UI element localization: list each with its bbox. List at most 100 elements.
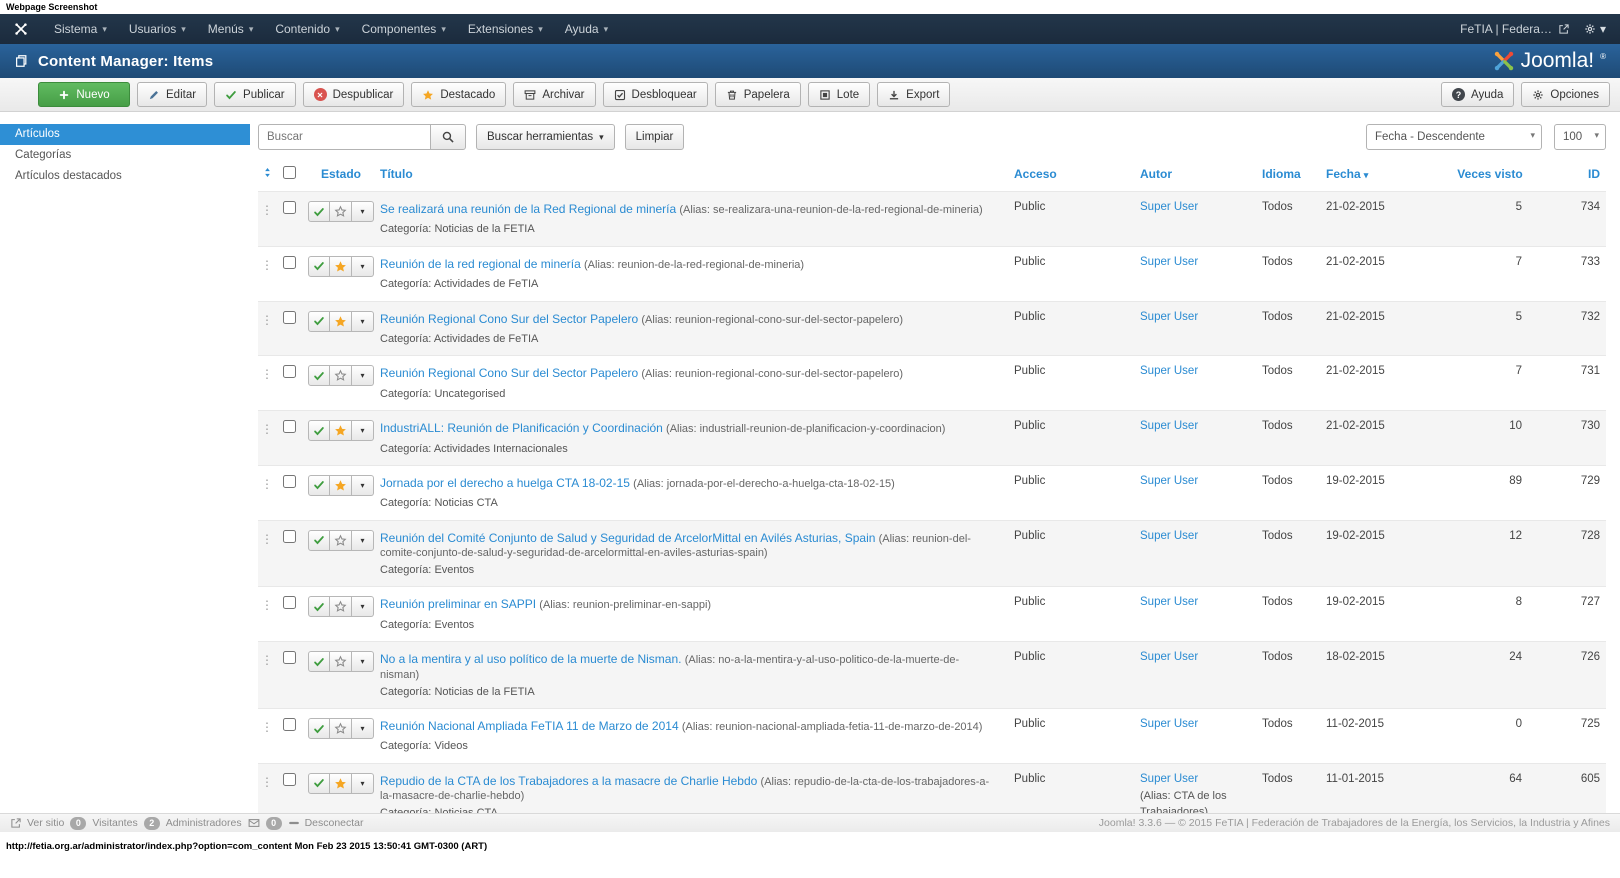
publish-toggle[interactable] [308,772,330,794]
menu-usuarios[interactable]: Usuarios ▾ [118,14,197,44]
author-link[interactable]: Super User [1140,718,1198,730]
header-id[interactable]: ID [1550,167,1606,181]
menu-componentes[interactable]: Componentes ▾ [351,14,457,44]
row-checkbox[interactable] [282,772,296,786]
ordering-sort-header[interactable] [258,167,276,181]
drag-handle[interactable]: ⋮ [258,596,276,612]
author-link[interactable]: Super User [1140,596,1198,608]
header-titulo[interactable]: Título [380,167,1012,181]
header-acceso[interactable]: Acceso [1012,167,1140,181]
publish-toggle[interactable] [308,310,330,332]
row-checkbox[interactable] [282,420,296,434]
row-checkbox[interactable] [282,651,296,665]
row-checkbox[interactable] [282,365,296,379]
author-link[interactable]: Super User [1140,773,1198,785]
article-title-link[interactable]: Reunión Nacional Ampliada FeTIA 11 de Ma… [380,719,679,733]
header-fecha[interactable]: Fecha ▾ [1326,167,1430,181]
search-tools-button[interactable]: Buscar herramientas ▾ [476,124,615,150]
menu-contenido[interactable]: Contenido ▾ [264,14,350,44]
sidebar-item-articulos[interactable]: Artículos [0,124,250,145]
export-button[interactable]: Export [877,82,951,107]
new-button[interactable]: Nuevo [38,82,130,107]
select-all-checkbox[interactable] [282,166,296,179]
feature-toggle[interactable] [330,310,352,332]
row-checkbox[interactable] [282,529,296,543]
menu-sistema[interactable]: Sistema ▾ [43,14,118,44]
per-page-select[interactable]: 100 [1554,124,1606,150]
publish-button[interactable]: Publicar [214,82,296,107]
feature-toggle[interactable] [330,365,352,387]
row-checkbox[interactable] [282,310,296,324]
row-checkbox[interactable] [282,255,296,269]
feature-toggle[interactable] [330,718,352,740]
mail-icon[interactable] [248,817,260,829]
search-button[interactable] [430,124,466,150]
drag-handle[interactable]: ⋮ [258,651,276,667]
author-link[interactable]: Super User [1140,475,1198,487]
edit-button[interactable]: Editar [137,82,208,107]
status-dropdown[interactable]: ▾ [352,772,374,794]
drag-handle[interactable]: ⋮ [258,256,276,272]
status-dropdown[interactable]: ▾ [352,596,374,618]
drag-handle[interactable]: ⋮ [258,365,276,381]
article-title-link[interactable]: Reunión Regional Cono Sur del Sector Pap… [380,312,638,326]
checkin-button[interactable]: Desbloquear [602,82,708,107]
drag-handle[interactable]: ⋮ [258,420,276,436]
status-dropdown[interactable]: ▾ [352,474,374,496]
publish-toggle[interactable] [308,420,330,442]
view-site-link[interactable]: FeTIA | Federa… [1460,22,1570,36]
publish-toggle[interactable] [308,365,330,387]
drag-handle[interactable]: ⋮ [258,201,276,217]
joomla-navbar-logo-icon[interactable] [0,22,43,36]
article-title-link[interactable]: Reunión del Comité Conjunto de Salud y S… [380,531,875,545]
drag-handle[interactable]: ⋮ [258,773,276,789]
feature-toggle[interactable] [330,201,352,222]
feature-button[interactable]: Destacado [411,82,507,107]
sidebar-item-articulos-destacados[interactable]: Artículos destacados [0,166,250,187]
status-dropdown[interactable]: ▾ [352,310,374,332]
author-link[interactable]: Super User [1140,256,1198,268]
view-site-footer-link[interactable]: Ver sitio [10,817,64,829]
header-veces-visto[interactable]: Veces visto [1430,167,1550,181]
menu-ayuda[interactable]: Ayuda ▾ [554,14,619,44]
trash-button[interactable]: Papelera [714,82,801,107]
drag-handle[interactable]: ⋮ [258,718,276,734]
drag-handle[interactable]: ⋮ [258,530,276,546]
article-title-link[interactable]: Reunión de la red regional de minería [380,257,581,271]
article-title-link[interactable]: Jornada por el derecho a huelga CTA 18-0… [380,476,630,490]
feature-toggle[interactable] [330,596,352,618]
clear-button[interactable]: Limpiar [624,124,685,150]
feature-toggle[interactable] [330,529,352,551]
menu-menus[interactable]: Menús ▾ [197,14,265,44]
author-link[interactable]: Super User [1140,420,1198,432]
header-idioma[interactable]: Idioma [1262,167,1326,181]
options-button[interactable]: Opciones [1521,82,1610,107]
article-title-link[interactable]: Reunión Regional Cono Sur del Sector Pap… [380,366,638,380]
status-dropdown[interactable]: ▾ [352,529,374,551]
status-dropdown[interactable]: ▾ [352,420,374,442]
menu-extensiones[interactable]: Extensiones ▾ [457,14,554,44]
publish-toggle[interactable] [308,718,330,740]
row-checkbox[interactable] [282,718,296,732]
article-title-link[interactable]: IndustriALL: Reunión de Planificación y … [380,421,663,435]
article-title-link[interactable]: Reunión preliminar en SAPPI [380,597,536,611]
help-button[interactable]: ? Ayuda [1441,82,1515,107]
article-title-link[interactable]: No a la mentira y al uso político de la … [380,652,681,666]
feature-toggle[interactable] [330,420,352,442]
author-link[interactable]: Super User [1140,365,1198,377]
author-link[interactable]: Super User [1140,201,1198,213]
feature-toggle[interactable] [330,255,352,277]
status-dropdown[interactable]: ▾ [352,651,374,673]
header-estado[interactable]: Estado [302,167,380,181]
drag-handle[interactable]: ⋮ [258,311,276,327]
author-link[interactable]: Super User [1140,530,1198,542]
row-checkbox[interactable] [282,596,296,610]
sidebar-item-categorias[interactable]: Categorías [0,145,250,166]
status-dropdown[interactable]: ▾ [352,255,374,277]
article-title-link[interactable]: Repudio de la CTA de los Trabajadores a … [380,774,757,788]
sort-select[interactable]: Fecha - Descendente [1366,124,1542,150]
feature-toggle[interactable] [330,651,352,673]
drag-handle[interactable]: ⋮ [258,475,276,491]
publish-toggle[interactable] [308,255,330,277]
publish-toggle[interactable] [308,596,330,618]
